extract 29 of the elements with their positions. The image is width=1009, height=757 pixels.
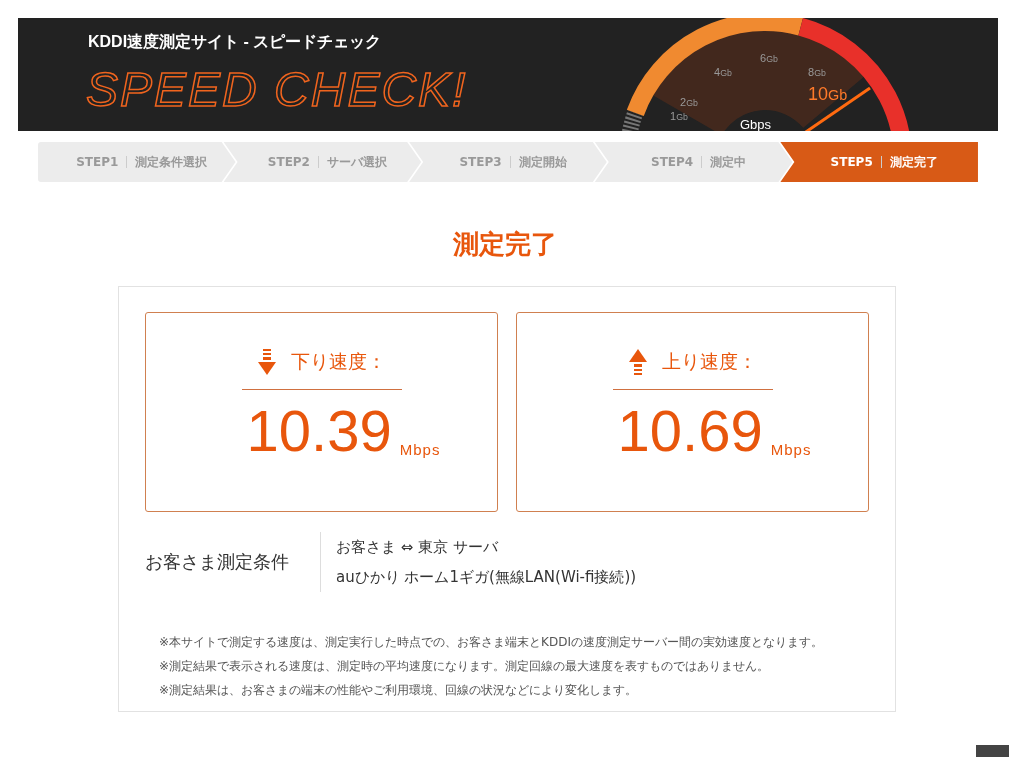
step-indicator: STEP3 測定開始 [409, 142, 607, 182]
upload-arrow-icon [628, 349, 648, 375]
speed-value: 10.69 [617, 398, 763, 464]
note-text: ※測定結果は、お客さまの端末の性能やご利用環境、回線の状況などにより変化します。 [159, 682, 639, 699]
condition-text: お客さま ⇔ 東京 サーバ [336, 537, 500, 558]
gauge-tick-label: 6Gb [760, 52, 778, 64]
gauge-tick-label: 8Gb [808, 66, 826, 78]
result-heading: 測定完了 [451, 228, 558, 261]
conditions-label: お客さま測定条件 [145, 550, 290, 574]
gauge-tick-label: 2Gb [680, 96, 698, 108]
speed-check-logo: SPEED CHECK! [86, 62, 468, 117]
note-text: ※測定結果で表示される速度は、測定時の平均速度になります。測定回線の最大速度を表すものではありません。 [159, 658, 771, 675]
speed-unit: Mbps [399, 441, 441, 458]
speed-value: 10.39 [246, 398, 392, 464]
step-indicator: STEP2 サーバ選択 [223, 142, 422, 182]
step-indicator: STEP1 測定条件選択 [38, 142, 236, 182]
step-indicator: STEP5 測定完了 [780, 142, 978, 182]
note-text: ※本サイトで測定する速度は、測定実行した時点での、お客さま端末とKDDIの速度測定サーバー間の実効速度となります。 [159, 634, 824, 651]
gauge-tick-label: 4Gb [714, 66, 732, 78]
step-indicator: STEP4 測定中 [594, 142, 793, 182]
gauge-tick-label: 10Gb [808, 84, 848, 104]
gauge-unit-label: Gbps [740, 117, 772, 131]
speed-unit: Mbps [770, 441, 812, 458]
download-arrow-icon [257, 349, 277, 375]
speed-label: 上り速度： [662, 349, 757, 374]
speed-label: 下り速度： [291, 349, 386, 374]
gauge-tick-label: 1Gb [670, 110, 688, 122]
site-title: KDDI速度測定サイト - スピードチェック [88, 32, 382, 52]
condition-text: auひかり ホーム1ギガ(無線LAN(Wi-fi接続)) [336, 567, 637, 588]
